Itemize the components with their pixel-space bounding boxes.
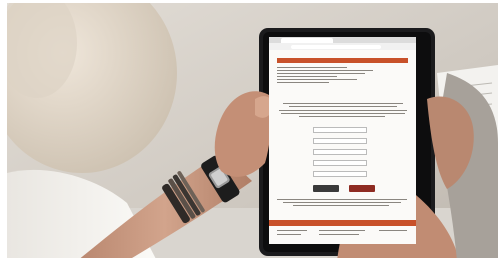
text-line bbox=[277, 199, 407, 201]
text-line bbox=[277, 230, 307, 232]
text-line bbox=[277, 70, 373, 72]
form-field[interactable] bbox=[313, 160, 367, 166]
form-field[interactable] bbox=[313, 171, 367, 177]
address-bar bbox=[269, 43, 416, 50]
text-line bbox=[279, 110, 407, 112]
text-line bbox=[299, 116, 385, 118]
form-field[interactable] bbox=[313, 127, 367, 133]
text-line bbox=[277, 79, 357, 81]
url-field[interactable] bbox=[291, 44, 381, 49]
primary-button[interactable] bbox=[313, 185, 339, 192]
footer-bar bbox=[269, 220, 416, 226]
text-line bbox=[277, 73, 365, 75]
photo-scene bbox=[7, 3, 498, 261]
photo-frame bbox=[7, 3, 498, 261]
text-line bbox=[277, 76, 337, 78]
text-line bbox=[293, 205, 389, 207]
text-line bbox=[379, 230, 407, 232]
text-line bbox=[277, 234, 301, 236]
text-line bbox=[319, 234, 359, 236]
text-line bbox=[283, 202, 401, 204]
text-line bbox=[319, 230, 365, 232]
form-field[interactable] bbox=[313, 149, 367, 155]
text-line bbox=[277, 82, 329, 84]
image-bottom-margin bbox=[0, 258, 503, 263]
page-banner bbox=[277, 58, 408, 63]
form-field[interactable] bbox=[313, 138, 367, 144]
tablet-screen bbox=[269, 37, 416, 244]
text-line bbox=[289, 106, 397, 108]
text-line bbox=[277, 67, 347, 69]
text-line bbox=[283, 103, 403, 105]
secondary-button[interactable] bbox=[349, 185, 375, 192]
text-line bbox=[281, 113, 405, 115]
